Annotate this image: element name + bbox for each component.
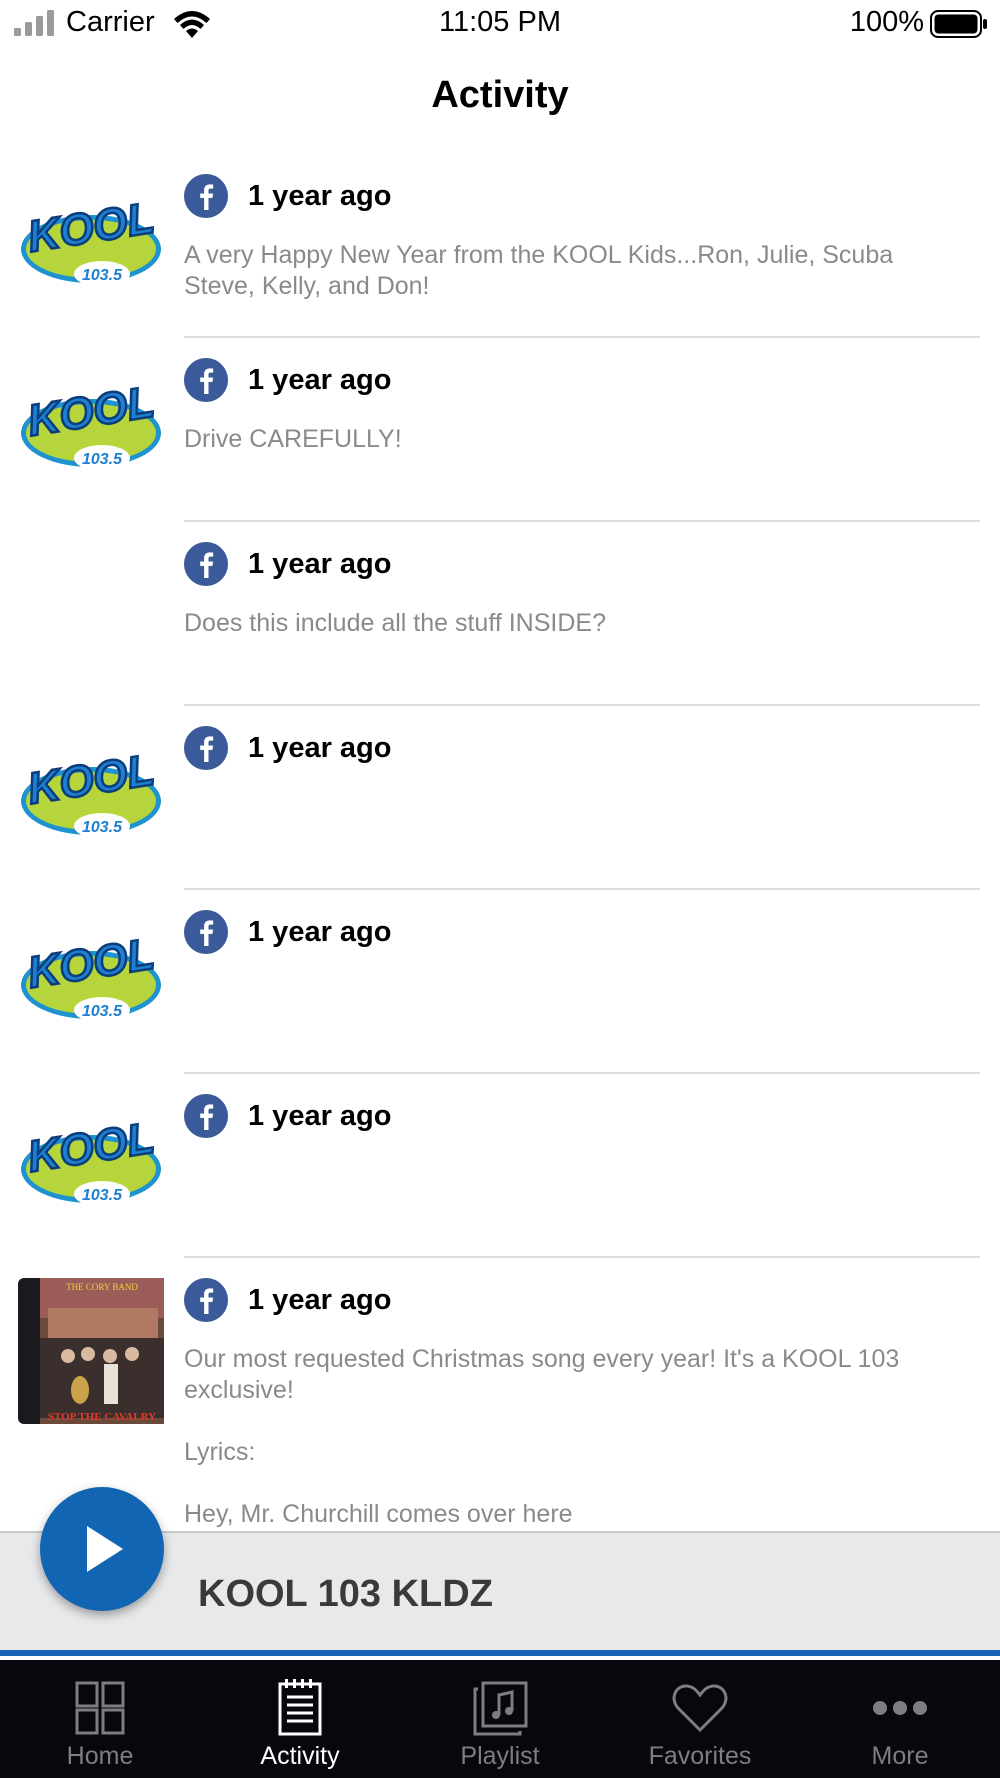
facebook-icon (184, 174, 228, 218)
svg-text:STOP THE CAVALRY: STOP THE CAVALRY (48, 1411, 156, 1423)
facebook-icon (184, 1094, 228, 1138)
tab-favorites[interactable]: Favorites (600, 1660, 800, 1778)
tab-home[interactable]: Home (0, 1660, 200, 1778)
more-dots-icon (873, 1701, 927, 1715)
post-time: 1 year ago (248, 731, 392, 764)
svg-text:THE CORY BAND: THE CORY BAND (66, 1282, 138, 1292)
post-time: 1 year ago (248, 363, 392, 396)
svg-text:103.5: 103.5 (82, 451, 123, 468)
tab-label: Activity (260, 1742, 340, 1770)
page-title: Activity (431, 74, 569, 116)
svg-text:103.5: 103.5 (82, 819, 123, 836)
facebook-icon (184, 1278, 228, 1322)
post-time: 1 year ago (248, 1099, 392, 1132)
post-text: Our most requested Christmas song every … (184, 1345, 900, 1528)
feed-item[interactable]: KOOL 103.5 1 year ago (0, 706, 1000, 890)
svg-text:103.5: 103.5 (82, 1003, 123, 1020)
post-time: 1 year ago (248, 179, 392, 212)
facebook-icon (184, 542, 228, 586)
feed-item[interactable]: KOOL 103.5 1 year ago Drive CAREFULLY! (0, 338, 1000, 522)
feed-item[interactable]: KOOL 103.5 1 year ago A very Happy New Y… (0, 154, 1000, 338)
tab-label: Home (66, 1742, 134, 1770)
tab-label: More (871, 1742, 929, 1770)
post-text: A very Happy New Year from the KOOL Kids… (184, 241, 894, 300)
svg-text:103.5: 103.5 (82, 267, 123, 284)
kool-logo-thumbnail: KOOL 103.5 (21, 192, 161, 287)
feed-item[interactable]: KOOL 103.5 1 year ago (0, 1074, 1000, 1258)
post-text: Does this include all the stuff INSIDE? (184, 609, 606, 637)
facebook-icon (184, 726, 228, 770)
tab-label: Playlist (460, 1742, 540, 1770)
heart-icon (672, 1684, 728, 1733)
tab-more[interactable]: More (800, 1660, 1000, 1778)
status-bar: Carrier 11:05 PM 100% (0, 0, 1000, 48)
activity-feed[interactable]: KOOL 103.5 1 year ago A very Happy New Y… (0, 154, 1000, 1532)
post-time: 1 year ago (248, 547, 392, 580)
svg-text:103.5: 103.5 (82, 1187, 123, 1204)
station-name[interactable]: KOOL 103 KLDZ (198, 1573, 493, 1616)
tab-label: Favorites (648, 1742, 752, 1770)
kool-logo-thumbnail: KOOL 103.5 (21, 928, 161, 1023)
home-grid-icon (75, 1681, 125, 1735)
playlist-music-icon (473, 1681, 528, 1736)
kool-logo-thumbnail: KOOL 103.5 (21, 744, 161, 839)
facebook-icon (184, 358, 228, 402)
feed-item[interactable]: KOOL 103.5 1 year ago (0, 890, 1000, 1074)
tab-playlist[interactable]: Playlist (400, 1660, 600, 1778)
player-accent-line (0, 1650, 1000, 1656)
post-time: 1 year ago (248, 1283, 392, 1316)
feed-item[interactable]: 1 year ago Does this include all the stu… (0, 522, 1000, 706)
post-time: 1 year ago (248, 915, 392, 948)
tab-bar: Home Activity Playlist Favorites More (0, 1660, 1000, 1778)
play-icon (87, 1526, 123, 1572)
kool-logo-thumbnail: KOOL 103.5 (21, 376, 161, 471)
tab-activity[interactable]: Activity (200, 1660, 400, 1778)
kool-logo-thumbnail: KOOL 103.5 (21, 1112, 161, 1207)
activity-notepad-icon (278, 1679, 322, 1736)
facebook-icon (184, 910, 228, 954)
battery-percent: 100% (849, 6, 924, 38)
album-cover-thumbnail: THE CORY BAND STOP THE CAVALRY (18, 1278, 164, 1424)
play-button[interactable] (40, 1487, 164, 1611)
battery-icon (930, 10, 987, 38)
post-text: Drive CAREFULLY! (184, 425, 402, 453)
